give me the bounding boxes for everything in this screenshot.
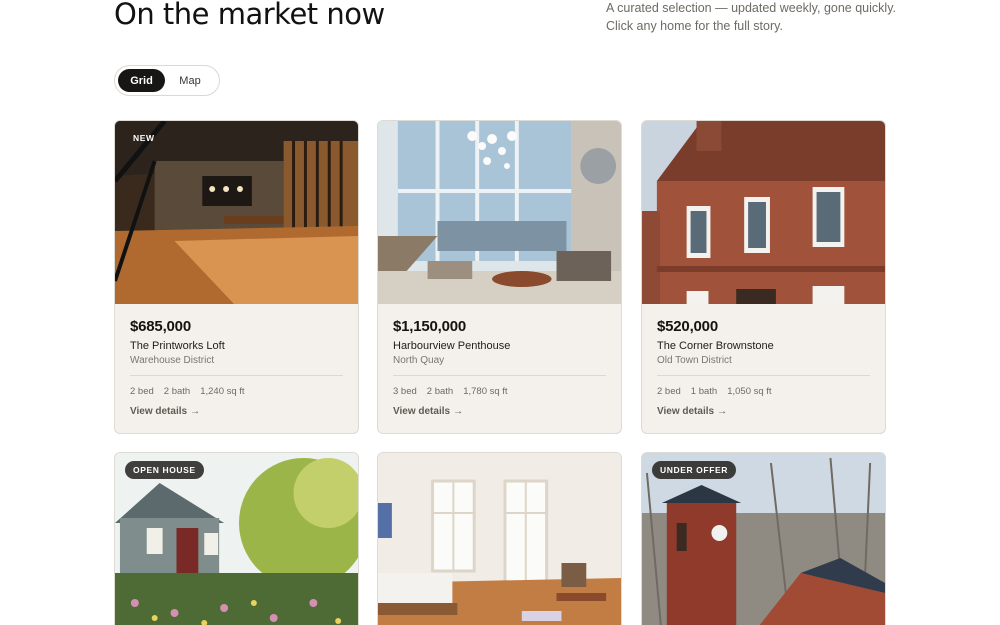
listing-beds: 2 bed xyxy=(130,386,154,397)
listing-beds: 3 bed xyxy=(393,386,417,397)
listing-area: Warehouse District xyxy=(130,355,215,366)
listing-area: Old Town District xyxy=(657,355,732,366)
listing-beds: 2 bed xyxy=(657,386,681,397)
listing-photo: NEW xyxy=(115,121,358,304)
view-details-link[interactable]: View details → xyxy=(657,406,727,417)
view-details-link[interactable]: View details → xyxy=(130,406,200,417)
view-details-label: View details xyxy=(657,406,715,417)
page-title: On the market now xyxy=(114,0,385,31)
listing-size: 1,050 sq ft xyxy=(727,386,772,397)
map-view-button[interactable]: Map xyxy=(165,69,215,92)
intro-line-2: Click any home for the full story. xyxy=(606,19,783,33)
listing-card[interactable]: OPEN HOUSE xyxy=(114,452,359,625)
intro-text: A curated selection — updated weekly, go… xyxy=(606,0,906,35)
listing-card[interactable] xyxy=(377,452,622,625)
listing-photo xyxy=(642,121,885,304)
listing-divider xyxy=(657,375,870,376)
listing-divider xyxy=(393,375,606,376)
listing-card[interactable]: $520,000 The Corner Brownstone Old Town … xyxy=(641,120,886,434)
view-details-link[interactable]: View details → xyxy=(393,406,463,417)
listing-price: $685,000 xyxy=(130,318,191,335)
listing-info: $1,150,000 Harbourview Penthouse North Q… xyxy=(378,304,621,419)
view-toggle: Grid Map xyxy=(114,65,220,96)
arrow-right-icon: → xyxy=(453,406,464,417)
listing-title: Harbourview Penthouse xyxy=(393,340,511,352)
listing-baths: 2 bath xyxy=(426,386,454,397)
listing-price: $520,000 xyxy=(657,318,718,335)
listing-card[interactable]: NEW $685,000 The Printworks Loft Warehou… xyxy=(114,120,359,434)
listing-price: $1,150,000 xyxy=(393,318,467,335)
listing-specs: 2 bed 2 bath 1,240 sq ft xyxy=(130,386,343,397)
view-details-label: View details xyxy=(393,406,451,417)
listing-badge: UNDER OFFER xyxy=(652,461,736,479)
listing-badge: OPEN HOUSE xyxy=(125,461,204,479)
arrow-right-icon: → xyxy=(717,406,728,417)
listing-card[interactable]: $1,150,000 Harbourview Penthouse North Q… xyxy=(377,120,622,434)
listing-area: North Quay xyxy=(393,355,445,366)
listing-size: 1,240 sq ft xyxy=(200,386,245,397)
listing-info: $685,000 The Printworks Loft Warehouse D… xyxy=(115,304,358,419)
listing-photo xyxy=(378,453,621,625)
listing-photo: UNDER OFFER xyxy=(642,453,885,625)
listing-badge: NEW xyxy=(133,133,155,143)
listing-photo xyxy=(378,121,621,304)
listing-baths: 2 bath xyxy=(163,386,191,397)
listing-specs: 2 bed 1 bath 1,050 sq ft xyxy=(657,386,870,397)
listing-baths: 1 bath xyxy=(690,386,718,397)
listing-divider xyxy=(130,375,343,376)
listing-title: The Printworks Loft xyxy=(130,340,225,352)
view-details-label: View details xyxy=(130,406,188,417)
grid-view-button[interactable]: Grid xyxy=(118,69,165,92)
arrow-right-icon: → xyxy=(190,406,201,417)
listing-info: $520,000 The Corner Brownstone Old Town … xyxy=(642,304,885,419)
listing-size: 1,780 sq ft xyxy=(463,386,508,397)
listing-title: The Corner Brownstone xyxy=(657,340,774,352)
intro-line-1: A curated selection — updated weekly, go… xyxy=(606,1,896,15)
listing-photo: OPEN HOUSE xyxy=(115,453,358,625)
listing-specs: 3 bed 2 bath 1,780 sq ft xyxy=(393,386,606,397)
listing-card[interactable]: UNDER OFFER xyxy=(641,452,886,625)
